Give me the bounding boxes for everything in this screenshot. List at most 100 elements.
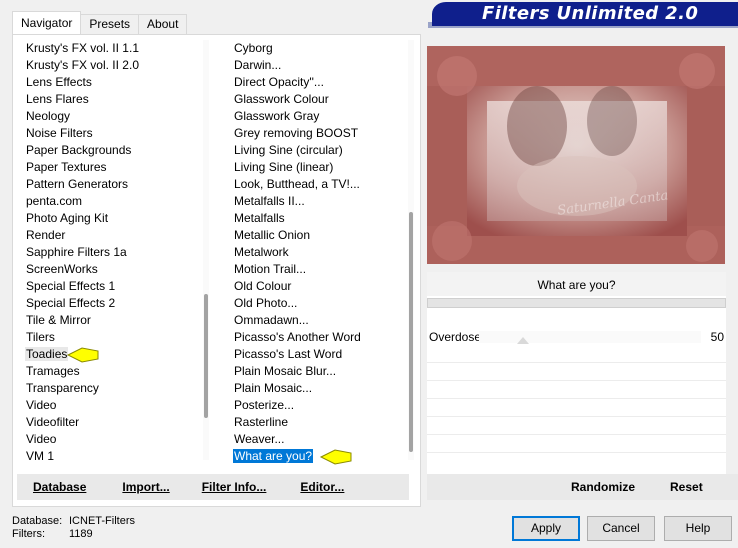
filter-item[interactable]: Grey removing BOOST	[229, 125, 399, 142]
category-item[interactable]: Special Effects 1	[21, 278, 197, 295]
database-button[interactable]: Database	[33, 480, 86, 494]
tab-bar: Navigator Presets About	[12, 11, 188, 34]
category-item[interactable]: Paper Backgrounds	[21, 142, 197, 159]
category-label: Photo Aging Kit	[26, 211, 109, 225]
overdose-slider[interactable]	[479, 331, 701, 343]
category-label: VM 1	[26, 449, 55, 463]
filter-label: Plain Mosaic...	[234, 381, 313, 395]
category-item[interactable]: Pattern Generators	[21, 176, 197, 193]
category-label: Krusty's FX vol. II 1.1	[26, 41, 139, 55]
param-divider	[427, 416, 726, 417]
category-item[interactable]: Tilers	[21, 329, 197, 346]
category-item[interactable]: Transparency	[21, 380, 197, 397]
filter-item[interactable]: Plain Mosaic Blur...	[229, 363, 399, 380]
category-item[interactable]: Tile & Mirror	[21, 312, 197, 329]
filter-item[interactable]: Posterize...	[229, 397, 399, 414]
category-label: Tilers	[26, 330, 55, 344]
category-item[interactable]: Special Effects 2	[21, 295, 197, 312]
category-item[interactable]: Toadies	[21, 346, 197, 363]
category-item[interactable]: Video	[21, 431, 197, 448]
category-label: Special Effects 2	[26, 296, 116, 310]
filter-item[interactable]: Old Photo...	[229, 295, 399, 312]
filter-item[interactable]: Motion Trail...	[229, 261, 399, 278]
filter-item[interactable]: Metalwork	[229, 244, 399, 261]
filter-item[interactable]: Direct Opacity''...	[229, 74, 399, 91]
filter-item[interactable]: Picasso's Another Word	[229, 329, 399, 346]
filter-label: Ommadawn...	[234, 313, 309, 327]
randomize-button[interactable]: Randomize	[571, 480, 635, 494]
category-item[interactable]: penta.com	[21, 193, 197, 210]
category-label: Lens Effects	[26, 75, 92, 89]
filter-item[interactable]: Living Sine (circular)	[229, 142, 399, 159]
filter-item[interactable]: Old Colour	[229, 278, 399, 295]
category-item[interactable]: Render	[21, 227, 197, 244]
database-value: ICNET-Filters	[69, 515, 135, 527]
category-item[interactable]: Photo Aging Kit	[21, 210, 197, 227]
filter-item[interactable]: Metalfalls II...	[229, 193, 399, 210]
filter-label: Metalfalls II...	[234, 194, 305, 208]
filter-item[interactable]: Living Sine (linear)	[229, 159, 399, 176]
filter-item[interactable]: Ommadawn...	[229, 312, 399, 329]
tab-navigator[interactable]: Navigator	[12, 11, 82, 34]
apply-button[interactable]: Apply	[512, 516, 580, 541]
filter-list[interactable]: Cyborg Darwin... Direct Opacity''... Glassw…	[229, 40, 399, 466]
filter-item[interactable]: Look, Butthead, a TV!...	[229, 176, 399, 193]
tab-presets[interactable]: Presets	[80, 14, 140, 34]
filter-item[interactable]: What are you?	[229, 448, 399, 465]
filter-label: Direct Opacity''...	[234, 75, 324, 89]
reset-button[interactable]: Reset	[670, 480, 703, 494]
filter-item[interactable]: Rasterline	[229, 414, 399, 431]
category-item[interactable]: VM 1	[21, 448, 197, 465]
filter-label: Old Photo...	[234, 296, 298, 310]
filter-label: Metallic Onion	[234, 228, 311, 242]
category-label: ScreenWorks	[26, 262, 98, 276]
category-item[interactable]: Neology	[21, 108, 197, 125]
category-label: Paper Textures	[26, 160, 107, 174]
filter-item[interactable]: Darwin...	[229, 57, 399, 74]
category-item[interactable]: Lens Effects	[21, 74, 197, 91]
category-label: Sapphire Filters 1a	[26, 245, 127, 259]
category-label: Lens Flares	[26, 92, 89, 106]
category-item[interactable]: Paper Textures	[21, 159, 197, 176]
category-item[interactable]: Video	[21, 397, 197, 414]
parameter-panel: What are you? Overdose 50	[427, 272, 726, 500]
help-button[interactable]: Help	[664, 516, 732, 541]
filter-item[interactable]: Picasso's Last Word	[229, 346, 399, 363]
category-item[interactable]: Noise Filters	[21, 125, 197, 142]
filter-item[interactable]: Glasswork Gray	[229, 108, 399, 125]
filter-scrollbar[interactable]	[408, 40, 414, 460]
category-item[interactable]: Sapphire Filters 1a	[21, 244, 197, 261]
category-item[interactable]: Tramages	[21, 363, 197, 380]
category-scroll-thumb[interactable]	[204, 294, 208, 418]
tab-about[interactable]: About	[138, 14, 188, 34]
database-info: Database: ICNET-Filters Filters: 1189	[12, 515, 135, 541]
cancel-button[interactable]: Cancel	[587, 516, 655, 541]
category-scrollbar[interactable]	[203, 40, 209, 460]
effect-info-bar	[427, 298, 726, 308]
overdose-slider-thumb[interactable]	[516, 337, 529, 344]
filter-scroll-thumb[interactable]	[409, 212, 413, 452]
filter-item[interactable]: Cyborg	[229, 40, 399, 57]
filter-item[interactable]: Glasswork Colour	[229, 91, 399, 108]
category-item[interactable]: Krusty's FX vol. II 1.1	[21, 40, 197, 57]
editor-button[interactable]: Editor...	[300, 480, 344, 494]
filter-item[interactable]: Metalfalls	[229, 210, 399, 227]
filter-info-button[interactable]: Filter Info...	[202, 480, 267, 494]
filter-item[interactable]: Metallic Onion	[229, 227, 399, 244]
overdose-slider-row: Overdose 50	[427, 328, 726, 346]
filter-item[interactable]: Plain Mosaic...	[229, 380, 399, 397]
filter-label: Cyborg	[234, 41, 273, 55]
category-item[interactable]: Krusty's FX vol. II 2.0	[21, 57, 197, 74]
filter-label: Look, Butthead, a TV!...	[234, 177, 360, 191]
category-item[interactable]: Videofilter	[21, 414, 197, 431]
filter-item[interactable]: Weaver...	[229, 431, 399, 448]
overdose-label: Overdose	[429, 330, 482, 344]
category-item[interactable]: ScreenWorks	[21, 261, 197, 278]
filter-label: What are you?	[233, 449, 314, 463]
filter-label: Metalfalls	[234, 211, 285, 225]
category-item[interactable]: Lens Flares	[21, 91, 197, 108]
category-list[interactable]: Krusty's FX vol. II 1.1 Krusty's FX vol. …	[21, 40, 197, 466]
filters-count: 1189	[69, 528, 93, 540]
preview-image: Saturnella Canta	[427, 46, 725, 264]
import-button[interactable]: Import...	[122, 480, 169, 494]
